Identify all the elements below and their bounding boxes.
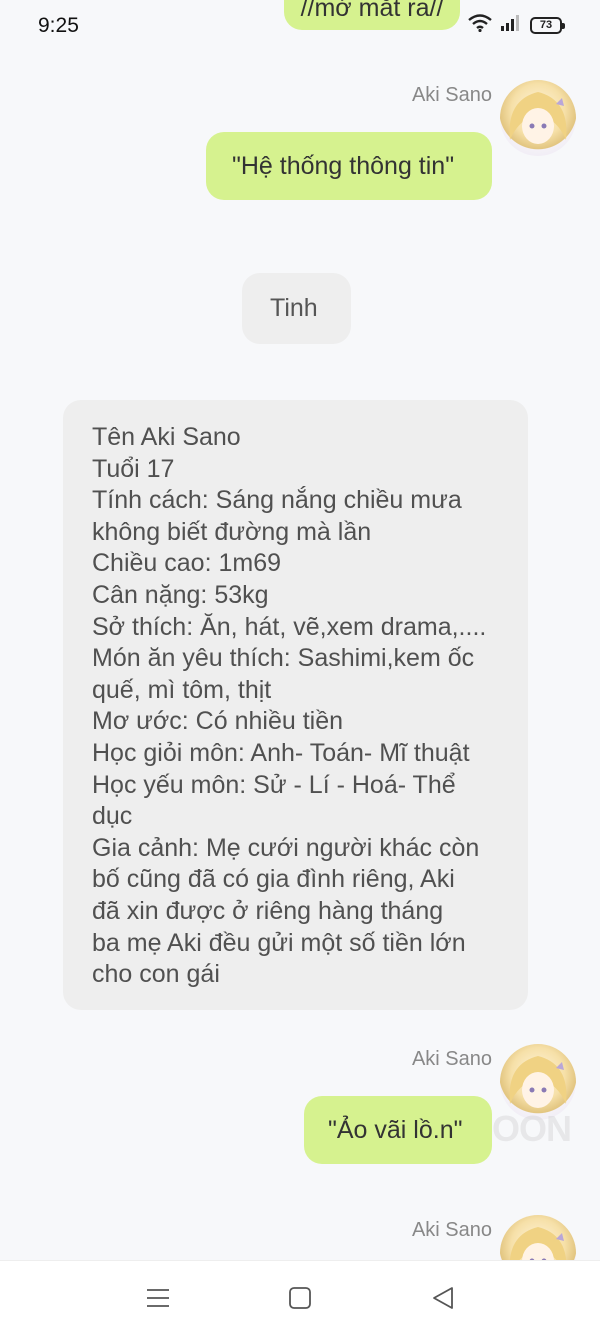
battery-indicator: 73 bbox=[530, 17, 565, 34]
avatar[interactable] bbox=[500, 80, 576, 156]
sender-name: Aki Sano bbox=[411, 1219, 492, 1241]
back-icon[interactable] bbox=[428, 1283, 458, 1313]
message-bubble-user[interactable]: "Hệ thống thông tin" bbox=[206, 132, 492, 200]
sender-name: Aki Sano bbox=[411, 1048, 492, 1070]
message-bubble-partial[interactable]: //mở mắt ra// bbox=[284, 0, 460, 30]
chat-screen: 9:25 73 //mở mắt ra// Aki Sano "Hệ thống… bbox=[0, 0, 600, 1333]
navigation-bar bbox=[0, 1260, 600, 1333]
message-bubble-user[interactable]: "Ảo vãi lồ.n" bbox=[304, 1096, 492, 1164]
signal-icon bbox=[500, 14, 522, 37]
sender-name: Aki Sano bbox=[411, 84, 492, 106]
status-time: 9:25 bbox=[38, 14, 79, 37]
status-icons: 73 bbox=[468, 14, 565, 37]
info-card-text: Tên Aki Sano Tuổi 17 Tính cách: Sáng nắn… bbox=[92, 423, 487, 989]
message-bubble-system[interactable]: Tinh bbox=[242, 273, 351, 344]
info-card-bubble[interactable]: Tên Aki Sano Tuổi 17 Tính cách: Sáng nắn… bbox=[63, 400, 528, 1010]
watermark: OON bbox=[492, 1108, 572, 1149]
wifi-icon bbox=[468, 14, 492, 37]
menu-icon[interactable] bbox=[143, 1283, 173, 1313]
home-icon[interactable] bbox=[285, 1283, 315, 1313]
